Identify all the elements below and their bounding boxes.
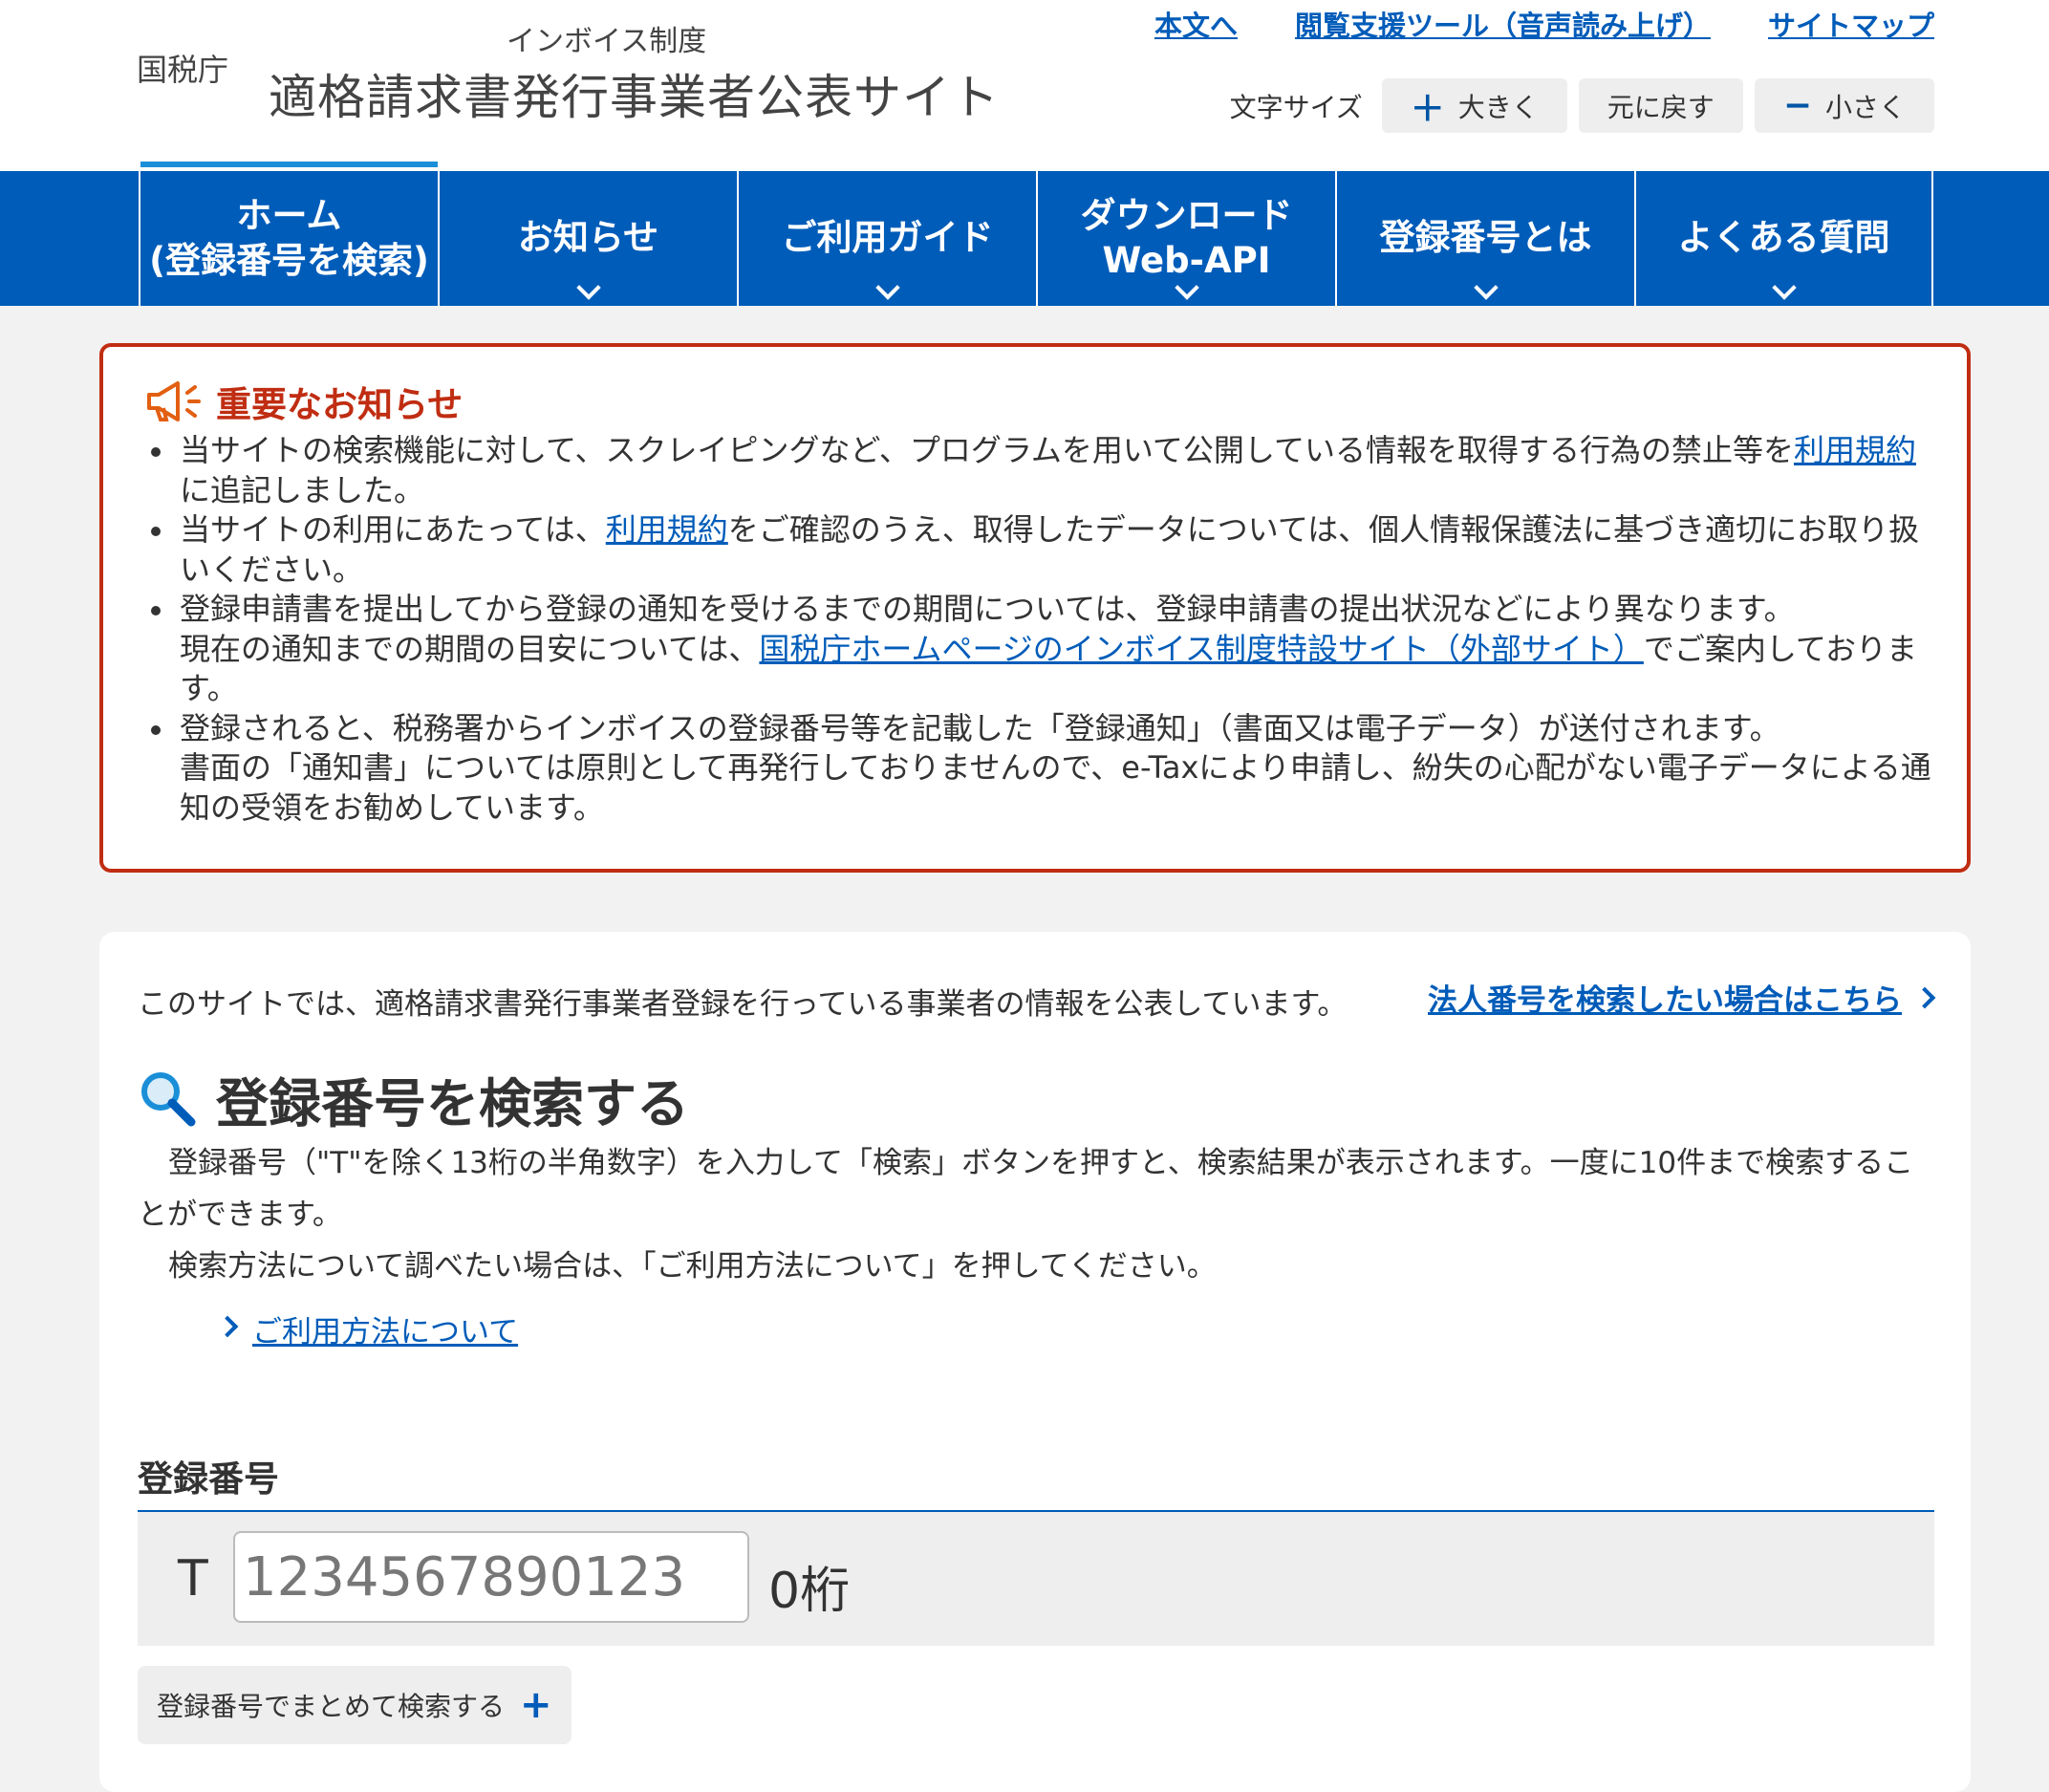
font-reset-button[interactable]: 元に戻す <box>1578 78 1743 133</box>
registration-prefix: T <box>178 1550 208 1608</box>
nav-faq-label: よくある質問 <box>1677 217 1890 259</box>
font-smaller-button[interactable]: − 小さく <box>1754 78 1934 133</box>
nav-home-label: ホーム <box>236 195 342 237</box>
nav-download-label: ダウンロード <box>1080 195 1293 237</box>
nav-download[interactable]: ダウンロード Web-API <box>1036 171 1335 306</box>
nav-news-label: お知らせ <box>517 217 659 259</box>
search-description-1: 登録番号（"T"を除く13桁の半角数字）を入力して「検索」ボタンを押すと、検索結… <box>138 1146 1914 1232</box>
search-description-2: 検索方法について調べたい場合は、「ご利用方法について」を押してください。 <box>168 1249 1217 1284</box>
font-size-label: 文字サイズ <box>1229 91 1363 123</box>
minus-icon: − <box>1782 86 1812 125</box>
notice-title: 重要なお知らせ <box>145 376 463 427</box>
nav-news[interactable]: お知らせ <box>438 171 737 306</box>
chevron-down-icon <box>874 275 900 300</box>
nav-guide-label: ご利用ガイド <box>781 217 994 259</box>
registration-number-row: T 0桁 <box>138 1510 1934 1646</box>
terms-link[interactable]: 利用規約 <box>606 511 728 548</box>
search-description: 登録番号（"T"を除く13桁の半角数字）を入力して「検索」ボタンを押すと、検索結… <box>138 1137 1934 1292</box>
notice-item: 当サイトの利用にあたっては、利用規約をご確認のうえ、取得したデータについては、個… <box>151 510 1932 590</box>
notice-item-text: 当サイトの検索機能に対して、スクレイピングなど、プログラムを用いて公開している情… <box>180 432 1794 468</box>
chevron-down-icon <box>1473 275 1499 300</box>
megaphone-icon <box>147 381 201 421</box>
nta-invoice-site-link[interactable]: 国税庁ホームページのインボイス制度特設サイト（外部サイト） <box>759 631 1643 667</box>
skip-to-content-link[interactable]: 本文へ <box>1154 4 1238 44</box>
plus-icon: + <box>520 1683 552 1727</box>
notice-item-text: 現在の通知までの期間の目安については、 <box>180 630 760 667</box>
sitemap-link[interactable]: サイトマップ <box>1768 4 1934 44</box>
nav-about-number-label: 登録番号とは <box>1379 217 1592 259</box>
search-heading: 登録番号を検索する <box>138 1061 689 1137</box>
nav-faq[interactable]: よくある質問 <box>1634 171 1933 306</box>
notice-item: 当サイトの検索機能に対して、スクレイピングなど、プログラムを用いて公開している情… <box>151 431 1932 510</box>
font-reset-label: 元に戻す <box>1607 91 1715 123</box>
search-card: このサイトでは、適格請求書発行事業者登録を行っている事業者の情報を公表しています… <box>99 932 1971 1792</box>
notice-item-text: 当サイトの利用にあたっては、 <box>180 511 606 548</box>
howto-link[interactable]: ご利用方法について <box>216 1307 519 1350</box>
nav-home-sublabel: (登録番号を検索) <box>149 239 429 281</box>
notice-item-text: 登録されると、税務署からインボイスの登録番号等を記載した「登録通知」（書面又は電… <box>180 709 1780 746</box>
font-larger-label: 大きく <box>1457 91 1539 123</box>
bulk-search-label: 登録番号でまとめて検索する <box>157 1691 506 1722</box>
digit-count: 0桁 <box>768 1563 851 1620</box>
site-intro: このサイトでは、適格請求書発行事業者登録を行っている事業者の情報を公表しています… <box>138 987 1348 1022</box>
nav-home[interactable]: ホーム (登録番号を検索) <box>139 162 438 306</box>
search-heading-text: 登録番号を検索する <box>216 1073 690 1134</box>
font-smaller-label: 小さく <box>1824 91 1906 123</box>
important-notice: 重要なお知らせ 当サイトの検索機能に対して、スクレイピングなど、プログラムを用い… <box>99 343 1971 873</box>
chevron-right-icon <box>1913 986 1936 1008</box>
notice-item-text: に追記しました。 <box>180 471 425 508</box>
site-title[interactable]: 適格請求書発行事業者公表サイト <box>269 59 1000 128</box>
notice-item: 登録申請書を提出してから登録の通知を受けるまでの期間については、登録申請書の提出… <box>151 590 1932 709</box>
global-nav: ホーム (登録番号を検索) お知らせ ご利用ガイド ダウンロード Web-API… <box>0 162 2049 306</box>
corporate-number-link[interactable]: 法人番号を検索したい場合はこちら <box>1428 976 1936 1019</box>
notice-item: 登録されると、税務署からインボイスの登録番号等を記載した「登録通知」（書面又は電… <box>151 709 1932 829</box>
notice-item-text: 登録申請書を提出してから登録の通知を受けるまでの期間については、登録申請書の提出… <box>180 591 1795 627</box>
agency-name: 国税庁 <box>137 52 229 88</box>
top-links: 本文へ 閲覧支援ツール（音声読み上げ） サイトマップ <box>1154 4 1934 44</box>
font-size-controls: 文字サイズ ＋ 大きく 元に戻す − 小さく <box>1230 78 1934 133</box>
accessibility-tool-link[interactable]: 閲覧支援ツール（音声読み上げ） <box>1295 4 1711 44</box>
nav-about-number[interactable]: 登録番号とは <box>1335 171 1634 306</box>
bulk-search-button[interactable]: 登録番号でまとめて検索する + <box>138 1666 572 1744</box>
site-header: 国税庁 インボイス制度 適格請求書発行事業者公表サイト 本文へ 閲覧支援ツール（… <box>0 0 2049 171</box>
chevron-down-icon <box>1771 275 1797 300</box>
search-icon <box>141 1072 196 1127</box>
font-larger-button[interactable]: ＋ 大きく <box>1381 78 1567 133</box>
howto-link-label: ご利用方法について <box>252 1315 519 1349</box>
nav-guide[interactable]: ご利用ガイド <box>737 171 1036 306</box>
corporate-number-link-label: 法人番号を検索したい場合はこちら <box>1428 983 1902 1018</box>
plus-icon: ＋ <box>1410 89 1445 129</box>
registration-number-label: 登録番号 <box>138 1458 279 1500</box>
registration-number-input[interactable] <box>233 1531 749 1623</box>
notice-item-text: 書面の「通知書」については原則として再発行しておりませんので、e-Taxにより申… <box>180 749 1931 826</box>
notice-title-text: 重要なお知らせ <box>216 384 464 425</box>
chevron-right-icon <box>216 1315 239 1338</box>
chevron-down-icon <box>575 275 601 300</box>
terms-link[interactable]: 利用規約 <box>1794 432 1916 468</box>
notice-list: 当サイトの検索機能に対して、スクレイピングなど、プログラムを用いて公開している情… <box>151 431 1932 829</box>
site-subtitle: インボイス制度 <box>507 25 707 58</box>
